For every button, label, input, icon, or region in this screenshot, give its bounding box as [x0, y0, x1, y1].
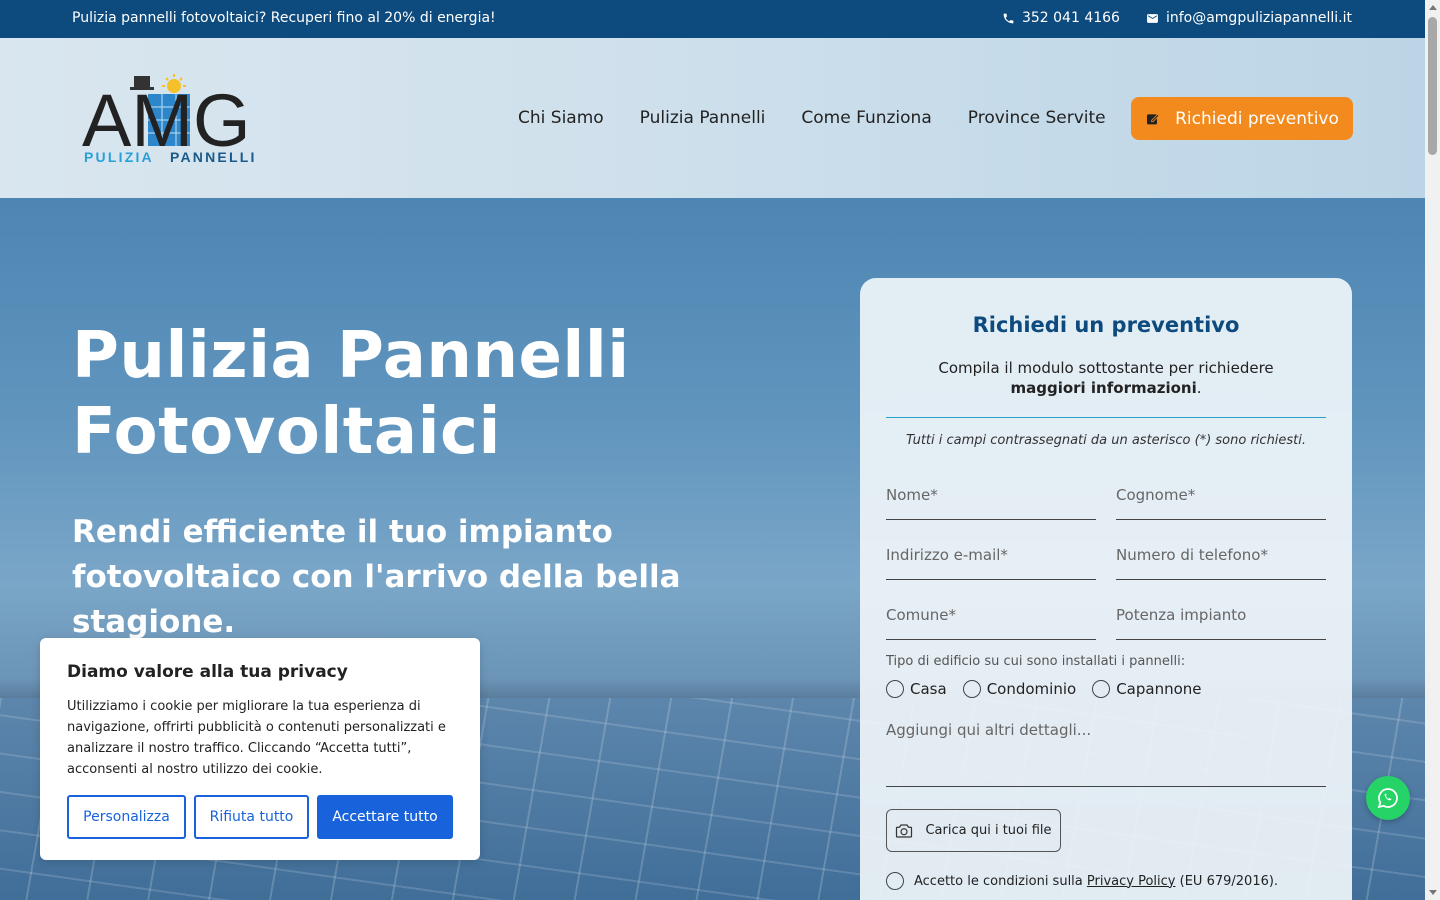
- promo-text: Pulizia pannelli fotovoltaici? Recuperi …: [72, 10, 496, 26]
- privacy-policy-link[interactable]: Privacy Policy: [1087, 874, 1176, 889]
- request-quote-button[interactable]: Richiedi preventivo: [1131, 97, 1353, 140]
- nav-chi-siamo[interactable]: Chi Siamo: [518, 108, 604, 128]
- details-textarea[interactable]: Aggiungi qui altri dettagli...: [886, 715, 1326, 787]
- main-nav: Chi Siamo Pulizia Pannelli Come Funziona…: [518, 108, 1106, 128]
- site-header: AMG PULIZIA PANNELLI Chi Siamo Pulizia P…: [0, 38, 1425, 198]
- cookie-accept-button[interactable]: Accettare tutto: [317, 795, 453, 839]
- radio-casa[interactable]: Casa: [886, 680, 947, 698]
- radio-capannone[interactable]: Capannone: [1092, 680, 1202, 698]
- phone-link[interactable]: 352 041 4166: [1002, 10, 1120, 26]
- email-input[interactable]: Indirizzo e-mail*: [886, 540, 1096, 580]
- phone-number: 352 041 4166: [1021, 10, 1120, 26]
- nav-province-servite[interactable]: Province Servite: [968, 108, 1106, 128]
- radio-circle[interactable]: [962, 680, 981, 698]
- comune-input[interactable]: Comune*: [886, 600, 1096, 640]
- nav-come-funziona[interactable]: Come Funziona: [801, 108, 931, 128]
- page-scrollbar[interactable]: [1425, 0, 1440, 900]
- email-address: info@amgpuliziapannelli.it: [1165, 10, 1352, 26]
- building-type-label: Tipo di edificio su cui sono installati …: [886, 654, 1186, 669]
- whatsapp-button[interactable]: [1366, 776, 1410, 820]
- camera-icon: [896, 823, 913, 838]
- cookie-text: Utilizziamo i cookie per migliorare la t…: [67, 699, 446, 777]
- scroll-thumb[interactable]: [1428, 17, 1437, 155]
- svg-text:PANNELLI: PANNELLI: [170, 149, 257, 165]
- upload-label: Carica qui i tuoi file: [925, 823, 1052, 838]
- form-title: Richiedi un preventivo: [972, 313, 1240, 337]
- scroll-down-arrow[interactable]: [1429, 890, 1437, 895]
- top-bar: Pulizia pannelli fotovoltaici? Recuperi …: [0, 0, 1425, 38]
- consent-text: Accetto le condizioni sulla Privacy Poli…: [914, 873, 1279, 889]
- consent-checkbox[interactable]: [886, 872, 904, 890]
- scroll-up-arrow[interactable]: [1429, 5, 1437, 10]
- amg-logo[interactable]: AMG PULIZIA PANNELLI: [82, 74, 262, 166]
- nome-input[interactable]: Nome*: [886, 480, 1096, 520]
- phone-icon: [1003, 13, 1014, 23]
- form-divider: [886, 417, 1326, 418]
- radio-condominio[interactable]: Condominio: [962, 680, 1076, 698]
- cookie-title: Diamo valore alla tua privacy: [67, 662, 348, 682]
- potenza-input[interactable]: Potenza impianto: [1116, 600, 1326, 640]
- cognome-input[interactable]: Cognome*: [1116, 480, 1326, 520]
- form-description: Compila il modulo sottostante per richie…: [938, 359, 1274, 397]
- privacy-consent: Accetto le condizioni sulla Privacy Poli…: [886, 872, 1278, 890]
- quote-form: Richiedi un preventivo Compila il modulo…: [860, 278, 1352, 900]
- required-note: Tutti i campi contrassegnati da un aster…: [905, 433, 1307, 448]
- cookie-banner: Diamo valore alla tua privacy Utilizziam…: [40, 638, 480, 860]
- radio-circle[interactable]: [886, 680, 904, 698]
- telefono-input[interactable]: Numero di telefono*: [1116, 540, 1326, 580]
- building-type-options: Casa Condominio Capannone: [886, 680, 1202, 698]
- edit-icon: [1147, 113, 1160, 124]
- cookie-reject-button[interactable]: Rifiuta tutto: [194, 795, 309, 839]
- upload-files-button[interactable]: Carica qui i tuoi file: [886, 809, 1061, 852]
- nav-pulizia-pannelli[interactable]: Pulizia Pannelli: [640, 108, 766, 128]
- hero-subtitle: Rendi efficiente il tuo impianto fotovol…: [72, 514, 681, 640]
- contact-info: 352 041 4166 info@amgpuliziapannelli.it: [1002, 10, 1352, 26]
- whatsapp-icon: [1377, 788, 1398, 809]
- cookie-customize-button[interactable]: Personalizza: [67, 795, 186, 839]
- mail-icon: [1147, 13, 1158, 23]
- hero-title: Pulizia Pannelli Fotovoltaici: [72, 319, 630, 469]
- request-quote-label: Richiedi preventivo: [1175, 108, 1339, 129]
- radio-circle[interactable]: [1092, 680, 1111, 698]
- email-link[interactable]: info@amgpuliziapannelli.it: [1146, 10, 1352, 26]
- svg-text:PULIZIA: PULIZIA: [84, 149, 154, 165]
